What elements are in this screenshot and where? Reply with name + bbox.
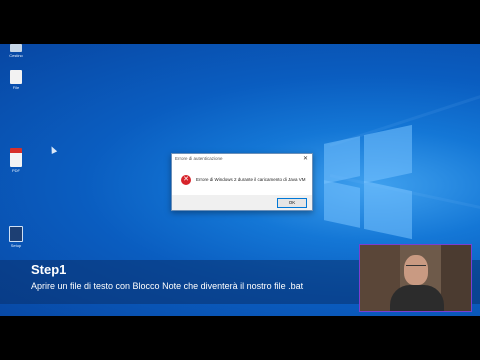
recycle-bin-icon — [10, 44, 22, 52]
dialog-titlebar[interactable]: Errore di autenticazione ✕ — [172, 154, 312, 165]
windows-logo-pane — [364, 180, 412, 240]
windows-logo-pane — [364, 124, 412, 184]
desktop-icon-file[interactable]: File — [4, 70, 28, 90]
windows-logo-pane — [324, 180, 360, 228]
desktop-icon-recycle-bin[interactable]: Cestino — [4, 44, 28, 58]
presenter-body — [390, 285, 444, 311]
desktop-icon-label: File — [12, 85, 20, 90]
dialog-title: Errore di autenticazione — [175, 156, 223, 161]
dialog-footer: OK — [172, 195, 312, 210]
error-icon: ✕ — [181, 175, 191, 185]
letterbox-top — [0, 0, 480, 44]
presenter-glasses — [406, 265, 426, 270]
desktop-icon-pdf[interactable]: PDF — [4, 148, 28, 173]
error-dialog: Errore di autenticazione ✕ ✕ Errore di W… — [171, 153, 313, 211]
desktop-icon-label: Setup — [10, 243, 22, 248]
dialog-body: ✕ Errore di Windows 2 durante il caricam… — [172, 165, 312, 195]
dialog-message: Errore di Windows 2 durante il caricamen… — [196, 177, 306, 182]
webcam-background-shelf — [441, 245, 471, 311]
step-description: Aprire un file di testo con Blocco Note … — [31, 281, 304, 291]
windows-logo-pane — [324, 136, 360, 184]
step-title: Step1 — [31, 262, 67, 277]
letterbox-bottom — [0, 316, 480, 360]
file-icon — [10, 70, 22, 84]
desktop-icon-label: Cestino — [9, 53, 23, 58]
webcam-overlay — [359, 244, 472, 312]
desktop-icon-label: PDF — [12, 168, 20, 173]
setup-icon — [9, 226, 23, 242]
desktop-icon-setup[interactable]: Setup — [4, 226, 28, 248]
pdf-icon — [10, 148, 22, 167]
close-icon[interactable]: ✕ — [303, 155, 308, 162]
ok-button[interactable]: OK — [277, 198, 307, 208]
presenter-head — [404, 255, 428, 285]
mouse-cursor-icon — [48, 145, 58, 154]
